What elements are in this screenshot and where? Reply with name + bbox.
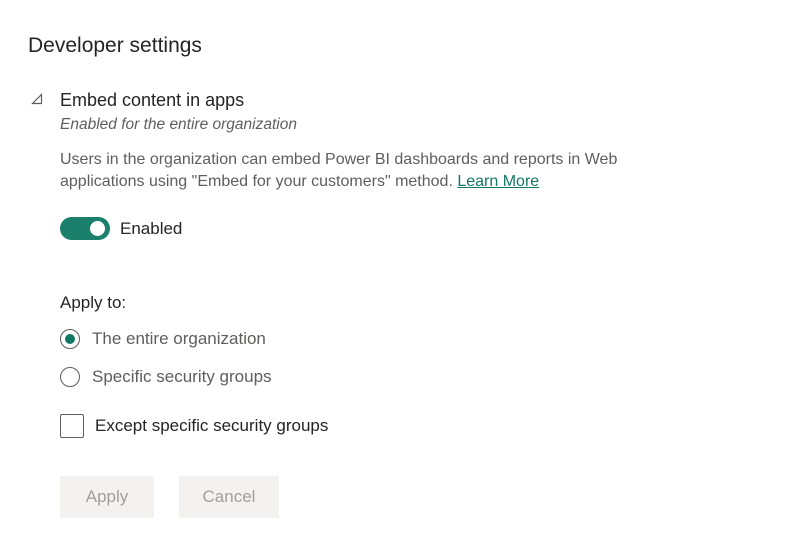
radio-label: The entire organization [92, 329, 266, 348]
toggle-label: Enabled [120, 219, 183, 238]
toggle-knob [90, 221, 105, 236]
learn-more-link[interactable]: Learn More [457, 173, 539, 190]
cancel-button[interactable]: Cancel [179, 476, 279, 518]
radio-button-selected[interactable] [60, 329, 80, 349]
except-security-groups-checkbox[interactable] [60, 414, 84, 438]
radio-label: Specific security groups [92, 367, 272, 386]
radio-specific-security-groups[interactable]: Specific security groups [60, 365, 272, 389]
except-security-groups-checkbox-row[interactable]: Except specific security groups [60, 413, 328, 439]
collapse-triangle-icon[interactable] [31, 92, 43, 105]
setting-subtitle: Enabled for the entire organization [60, 116, 297, 133]
radio-button[interactable] [60, 367, 80, 387]
setting-description: Users in the organization can embed Powe… [60, 149, 700, 193]
radio-entire-organization[interactable]: The entire organization [60, 327, 266, 351]
apply-button[interactable]: Apply [60, 476, 154, 518]
setting-title[interactable]: Embed content in apps [60, 89, 244, 111]
apply-to-label: Apply to: [60, 293, 127, 312]
checkbox-label: Except specific security groups [95, 416, 329, 435]
enabled-toggle[interactable] [60, 217, 110, 240]
page-title: Developer settings [28, 34, 202, 57]
